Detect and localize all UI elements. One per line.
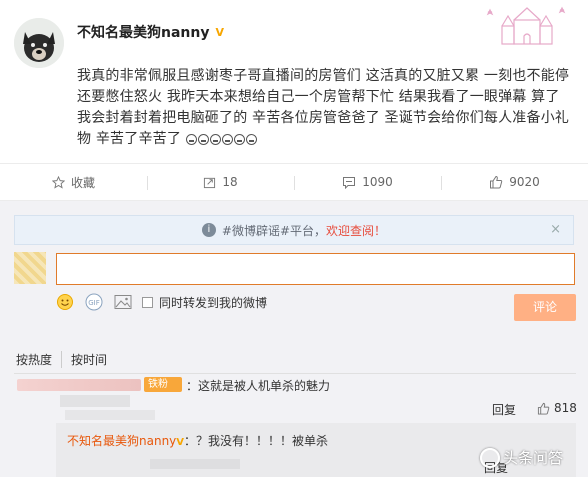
gif-label: GIF [88, 299, 100, 307]
rumor-notice-banner[interactable]: i #微博辟谣#平台， 欢迎查阅！ × [14, 215, 574, 245]
notice-prefix: #微博辟谣#平台， [221, 223, 327, 238]
divider [14, 373, 576, 374]
watermark: 头条问答 [480, 447, 563, 468]
comment-input[interactable] [56, 253, 575, 285]
sort-tabs: 按热度 按时间 [16, 351, 116, 368]
favorite-label: 收藏 [70, 175, 95, 190]
thumbs-up-icon [490, 175, 503, 189]
compose-tools: GIF 同时转发到我的微博 [56, 292, 277, 312]
comment-like-count: 818 [554, 401, 577, 415]
sad-face-emoji-icons [185, 131, 258, 152]
verified-badge-icon: V [176, 437, 185, 448]
watermark-text: 头条问答 [503, 449, 564, 467]
comment-button[interactable]: 1090 [294, 164, 441, 200]
redacted-reply-meta [150, 459, 240, 469]
reply-text: ：？我没有！！！！被单杀 [184, 434, 329, 448]
castle-decoration-icon [486, 6, 566, 45]
reply-author-name[interactable]: 不知名最美狗nanny [67, 434, 176, 448]
gif-icon: GIF [85, 293, 103, 311]
repost-checkbox[interactable] [142, 296, 153, 308]
emoji-button[interactable] [56, 293, 74, 311]
tab-sort-hot[interactable]: 按热度 [16, 351, 61, 368]
repost-count: 18 [222, 175, 238, 189]
repost-checkbox-label: 同时转发到我的微博 [159, 295, 268, 310]
post-action-bar: 收藏 18 1090 9020 [0, 163, 588, 201]
gif-button[interactable]: GIF [84, 293, 104, 311]
smiley-icon [57, 294, 73, 310]
like-count: 9020 [509, 175, 540, 189]
redacted-commenter-name [17, 379, 141, 391]
redacted-comment-meta [65, 410, 155, 420]
reply-button[interactable]: 回复 [492, 401, 516, 418]
tab-sort-time[interactable]: 按时间 [61, 351, 116, 368]
verified-badge-icon: V [215, 26, 224, 39]
thumbs-up-icon [537, 402, 550, 415]
image-icon [114, 295, 132, 309]
repost-button[interactable]: 18 [147, 164, 294, 200]
comment-text: ：这就是被人机单杀的魅力 [186, 379, 331, 393]
redacted-comment-meta [60, 395, 130, 407]
close-icon[interactable]: × [550, 222, 561, 237]
reply-author[interactable]: 不知名最美狗nannyV [67, 432, 184, 449]
repost-icon [204, 177, 216, 188]
info-icon: i [201, 223, 216, 237]
weibo-post: 不知名最美狗nanny V 我真的非常佩服且感谢枣子哥直播间的房管们 这活真的又脏… [0, 0, 588, 170]
comment-section: i #微博辟谣#平台， 欢迎查阅！ × GIF 同时转发到我的微博 评论 按热度 … [0, 201, 588, 477]
avatar[interactable] [14, 18, 64, 68]
post-username-text[interactable]: 不知名最美狗nanny [77, 25, 209, 41]
dog-avatar-icon [14, 18, 64, 68]
post-username[interactable]: 不知名最美狗nanny V [77, 22, 224, 42]
like-button[interactable]: 9020 [441, 164, 588, 200]
favorite-button[interactable]: 收藏 [0, 164, 147, 200]
comment-like-button[interactable]: 818 [537, 401, 577, 415]
post-text: 我真的非常佩服且感谢枣子哥直播间的房管们 这活真的又脏又累 一刻也不能停 还要憋… [77, 68, 570, 147]
star-icon [51, 175, 65, 189]
fan-badge: 铁粉 [144, 377, 182, 392]
image-button[interactable] [114, 294, 132, 310]
toutiao-logo-icon [480, 447, 500, 468]
current-user-avatar [14, 252, 46, 284]
comment-count: 1090 [362, 175, 393, 189]
repost-checkbox-row[interactable]: 同时转发到我的微博 [142, 294, 267, 311]
comment-icon [343, 176, 356, 189]
notice-link[interactable]: 欢迎查阅！ [326, 222, 386, 239]
submit-comment-button[interactable]: 评论 [514, 294, 576, 321]
post-body: 我真的非常佩服且感谢枣子哥直播间的房管们 这活真的又脏又累 一刻也不能停 还要憋… [77, 66, 577, 152]
